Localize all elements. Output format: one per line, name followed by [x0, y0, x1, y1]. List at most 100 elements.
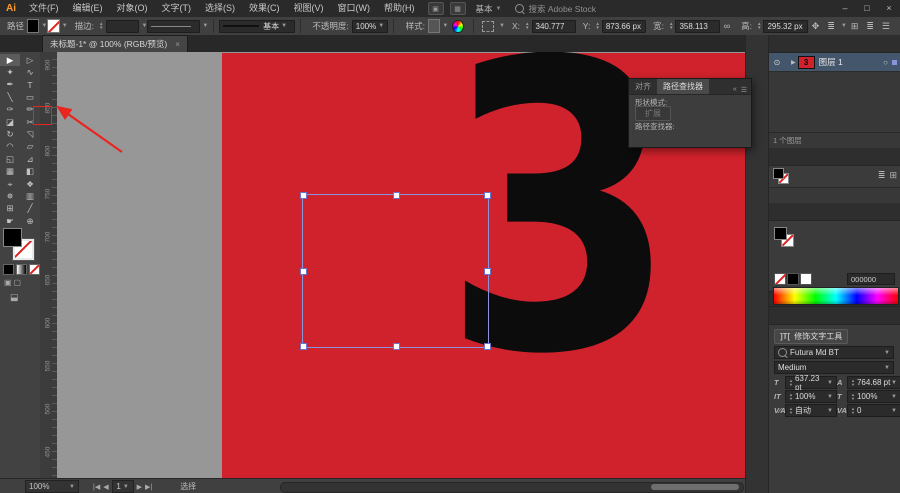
stroke-stepper[interactable]: ▲ ▼: [99, 21, 103, 30]
visibility-eye-icon[interactable]: ⊙: [769, 58, 785, 67]
menubar-item-2[interactable]: 对象(O): [110, 0, 155, 17]
zoom-level-dropdown[interactable]: 100% ▼: [25, 480, 79, 493]
width-tool[interactable]: ◠: [0, 141, 20, 153]
draw-mode-buttons[interactable]: ▣▢: [4, 278, 23, 287]
selection-handle[interactable]: [300, 343, 307, 350]
collapse-icon[interactable]: «: [733, 86, 737, 94]
isolate-selection-icon[interactable]: [481, 20, 495, 32]
symbol-sprayer-tool[interactable]: ✵: [0, 190, 20, 202]
paintbrush-tool[interactable]: ✑: [0, 104, 20, 116]
hand-tool[interactable]: ☛: [0, 215, 20, 227]
none-button[interactable]: [29, 264, 40, 275]
control-panel-menu-icon[interactable]: ☰: [882, 21, 890, 32]
screen-mode-button[interactable]: ⬓: [10, 292, 19, 303]
expand-button[interactable]: 扩展: [635, 106, 671, 121]
x-field[interactable]: 340.777: [531, 19, 576, 33]
kerning-field[interactable]: ▲ ▼ 自动 ▼: [785, 404, 837, 417]
magic-wand-tool[interactable]: ✦: [0, 66, 20, 78]
selection-bounding-box[interactable]: [300, 192, 491, 350]
next-artboard-icon[interactable]: ▶: [137, 483, 142, 491]
panel-dock-icon[interactable]: ≣: [866, 21, 874, 32]
selection-handle[interactable]: [300, 268, 307, 275]
grid-view-icon[interactable]: ⊞: [889, 170, 897, 181]
last-artboard-icon[interactable]: ▶|: [145, 483, 152, 491]
align-shortcut-icon[interactable]: ≣: [827, 21, 835, 32]
blend-tool[interactable]: ❖: [20, 178, 40, 190]
color-spectrum-bar[interactable]: [773, 287, 899, 305]
stroke-weight-field[interactable]: [105, 19, 140, 33]
constrain-proportions-icon[interactable]: ∞: [724, 21, 730, 31]
height-stepper[interactable]: ▲ ▼: [757, 21, 761, 30]
layer-row[interactable]: ⊙ ▶ 3 图层 1 ○: [769, 53, 900, 72]
width-field[interactable]: 358.113: [675, 19, 720, 33]
tab-pathfinder[interactable]: 路径查找器: [657, 79, 709, 94]
free-transform-tool[interactable]: ▱: [20, 141, 40, 153]
slice-tool[interactable]: ╱: [20, 203, 40, 215]
type-tool[interactable]: T: [20, 79, 40, 91]
height-field[interactable]: 295.32 px: [763, 19, 808, 33]
transform-shortcut-icon[interactable]: ✥: [812, 21, 820, 32]
horizontal-scrollbar[interactable]: [280, 482, 744, 493]
workspace-switcher[interactable]: 基本 ▼: [476, 3, 502, 15]
fill-swatch[interactable]: [3, 228, 22, 247]
selection-handle[interactable]: [484, 192, 491, 199]
lasso-tool[interactable]: ∿: [20, 66, 40, 78]
perspective-grid-tool[interactable]: ⊿: [20, 153, 40, 165]
maximize-button[interactable]: □: [856, 0, 878, 17]
leading-field[interactable]: ▲ ▼ 764.68 pt ▼: [847, 376, 900, 389]
touch-type-tool-button[interactable]: ]T[ 修饰文字工具: [774, 329, 849, 344]
panel-menu-icon[interactable]: ☰: [741, 86, 747, 94]
eraser-tool[interactable]: ◪: [0, 116, 20, 128]
black-chip[interactable]: [787, 273, 799, 285]
color-fill-stroke-indicator[interactable]: [774, 227, 794, 247]
tracking-field[interactable]: ▲ ▼ 0 ▼: [847, 404, 900, 417]
vertical-scale-field[interactable]: ▲ ▼ 100% ▼: [785, 390, 837, 403]
hex-value-field[interactable]: 000000: [847, 273, 895, 285]
scrollbar-thumb[interactable]: [651, 484, 739, 490]
document-tab[interactable]: 未标题-1* @ 100% (RGB/预览) ×: [42, 35, 188, 52]
menubar-item-1[interactable]: 编辑(E): [66, 0, 110, 17]
selection-handle[interactable]: [300, 192, 307, 199]
mesh-tool[interactable]: ▦: [0, 166, 20, 178]
list-view-icon[interactable]: ≣: [878, 170, 886, 181]
tab-align[interactable]: 对齐: [629, 79, 657, 94]
font-size-field[interactable]: ▲ ▼ 637.23 pt ▼: [785, 374, 837, 392]
zoom-tool[interactable]: ⊕: [20, 215, 40, 227]
selection-tool[interactable]: ▶: [0, 54, 20, 67]
stroke-color-well[interactable]: [47, 19, 60, 33]
close-button[interactable]: ×: [878, 0, 900, 17]
pen-tool[interactable]: ✒: [0, 79, 20, 91]
menubar-item-4[interactable]: 选择(S): [198, 0, 242, 17]
arrange-documents-icon[interactable]: ▦: [449, 2, 466, 15]
scale-tool[interactable]: ◹: [20, 128, 40, 140]
column-graph-tool[interactable]: ▥: [20, 190, 40, 202]
rectangle-tool[interactable]: ▭: [20, 91, 40, 103]
x-stepper[interactable]: ▲ ▼: [525, 21, 529, 30]
direct-selection-tool[interactable]: ▷: [20, 54, 40, 66]
width-stepper[interactable]: ▲ ▼: [669, 21, 673, 30]
mini-fill-stroke-indicator[interactable]: [773, 168, 789, 184]
none-chip[interactable]: [774, 273, 786, 285]
menubar-item-0[interactable]: 文件(F): [22, 0, 66, 17]
menubar-item-8[interactable]: 帮助(H): [377, 0, 422, 17]
white-chip[interactable]: [800, 273, 812, 285]
gradient-tool[interactable]: ◧: [20, 166, 40, 178]
shape-builder-tool[interactable]: ◱: [0, 153, 20, 165]
y-stepper[interactable]: ▲ ▼: [595, 21, 599, 30]
eyedropper-tool[interactable]: ⌖: [0, 178, 20, 190]
bridge-icon[interactable]: ▣: [427, 2, 444, 15]
brush-definition-dropdown[interactable]: 基本 ▼: [219, 19, 295, 33]
close-tab-icon[interactable]: ×: [175, 40, 180, 49]
y-field[interactable]: 873.66 px: [601, 19, 647, 33]
menubar-item-7[interactable]: 窗口(W): [331, 0, 378, 17]
selection-handle[interactable]: [484, 268, 491, 275]
opacity-field[interactable]: 100% ▼: [351, 19, 388, 33]
rotate-tool[interactable]: ↻: [0, 128, 20, 140]
selection-handle[interactable]: [484, 343, 491, 350]
width-profile-dropdown[interactable]: [147, 19, 201, 33]
fill-color-well[interactable]: [27, 19, 40, 33]
gradient-button[interactable]: [16, 264, 27, 275]
layer-name[interactable]: 图层 1: [819, 56, 843, 68]
artboard-number-field[interactable]: 1 ▼: [111, 480, 134, 493]
recolor-artwork-icon[interactable]: [452, 19, 464, 33]
